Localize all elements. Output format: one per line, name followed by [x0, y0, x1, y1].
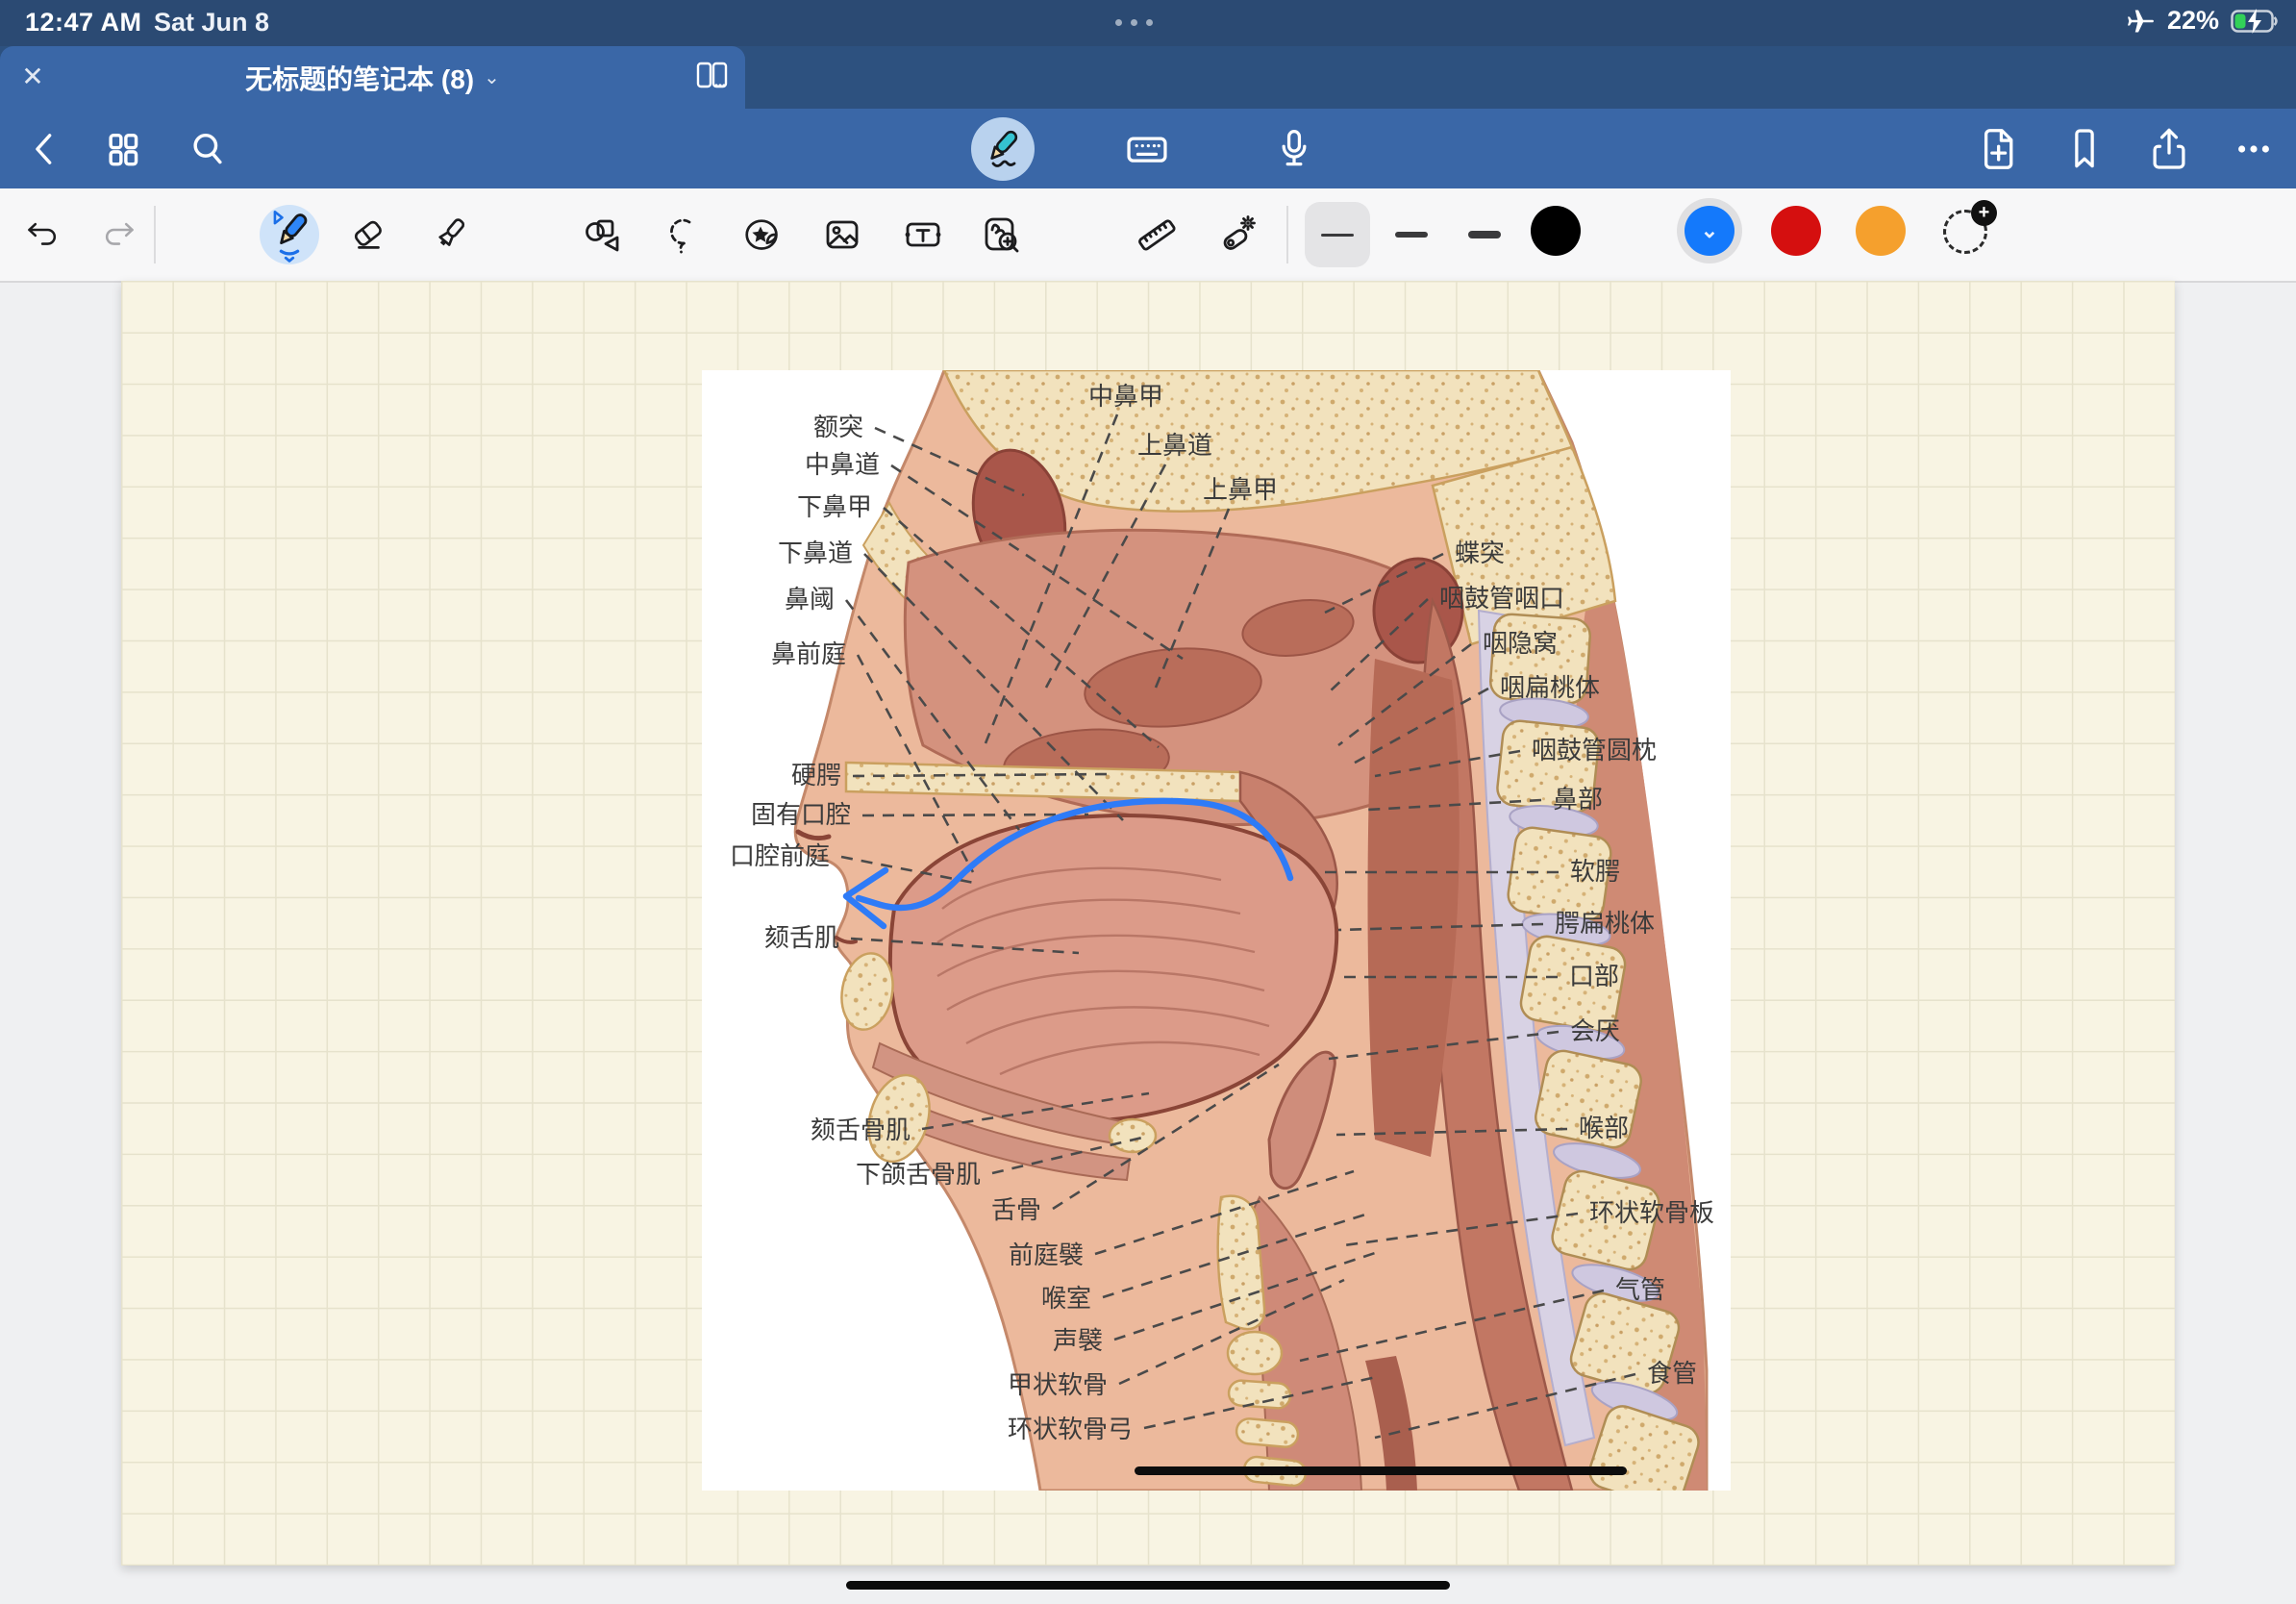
color-swatch-orange[interactable] [1856, 206, 1906, 256]
figure-label: 颏舌肌 [764, 924, 839, 953]
figure-label: 固有口腔 [751, 801, 851, 830]
figure-scale-bar [1135, 1466, 1627, 1475]
figure-label: 额突 [813, 414, 863, 442]
anatomy-image[interactable]: 额突中鼻道下鼻甲下鼻道鼻阈鼻前庭硬腭固有口腔口腔前庭颏舌肌颏舌骨肌下颌舌骨肌舌骨… [702, 370, 1731, 1491]
share-icon[interactable] [2142, 109, 2196, 188]
highlighter-tool-button[interactable] [429, 213, 471, 256]
figure-label: 腭扁桃体 [1555, 910, 1655, 939]
airplane-mode-icon [2127, 7, 2156, 36]
figure-label: 环状软骨弓 [1008, 1416, 1133, 1444]
text-tool-button[interactable] [902, 213, 944, 256]
figure-label: 硬腭 [791, 762, 841, 790]
selected-color-chevron-icon: ⌄ [1701, 218, 1718, 243]
search-icon[interactable] [181, 109, 235, 188]
tab-title[interactable]: 无标题的笔记本 (8) [245, 59, 474, 97]
toolbar-divider [1286, 206, 1288, 263]
add-page-icon[interactable] [1971, 109, 2025, 188]
battery-percent: 22% [2167, 6, 2219, 36]
figure-label: 声襞 [1053, 1327, 1103, 1356]
eraser-tool-button[interactable] [347, 213, 389, 256]
pen-tool-button[interactable] [260, 205, 319, 264]
figure-label: 鼻阈 [785, 586, 835, 614]
multitask-dots-icon [1115, 19, 1153, 26]
figure-label: 咽鼓管咽口 [1439, 585, 1564, 614]
figure-label: 下颌舌骨肌 [856, 1161, 981, 1190]
figure-label: 环状软骨板 [1589, 1199, 1714, 1228]
figure-label: 下鼻甲 [797, 493, 872, 522]
toolbar-divider [154, 206, 156, 263]
figure-label: 气管 [1615, 1276, 1665, 1305]
color-swatch-red[interactable] [1771, 206, 1821, 256]
figure-label: 喉部 [1579, 1115, 1629, 1143]
back-icon[interactable] [17, 109, 71, 188]
bookmark-icon[interactable] [2058, 109, 2111, 188]
figure-label: 鼻前庭 [771, 640, 846, 669]
status-time: 12:47 AM [25, 8, 142, 38]
figure-label: 舌骨 [991, 1196, 1041, 1225]
ruler-tool-button[interactable] [1136, 213, 1178, 256]
figure-label: 咽扁桃体 [1500, 674, 1600, 703]
app-screen: 12:47 AM Sat Jun 8 22% ✕ 无标题的笔记本 (8) ⌄ [0, 0, 2296, 1604]
pen-mode-icon[interactable] [971, 117, 1035, 181]
figure-label: 中鼻甲 [1088, 383, 1163, 412]
figure-label: 甲状软骨 [1008, 1371, 1108, 1400]
tab-overview-icon[interactable] [691, 58, 734, 96]
image-tool-button[interactable] [821, 213, 863, 256]
figure-label: 前庭襞 [1009, 1241, 1084, 1270]
redo-button[interactable] [97, 213, 139, 256]
status-date: Sat Jun 8 [154, 8, 269, 38]
toolbar: ⌄ + [0, 188, 2296, 283]
microphone-icon[interactable] [1267, 109, 1321, 188]
thickness-thick-button[interactable] [1463, 213, 1506, 256]
sticker-tool-button[interactable] [740, 213, 783, 256]
tab-bar: ✕ 无标题的笔记本 (8) ⌄ [0, 46, 2296, 109]
home-indicator[interactable] [846, 1581, 1450, 1590]
figure-label: 上鼻道 [1137, 432, 1212, 461]
keyboard-icon[interactable] [1120, 109, 1174, 188]
figure-label: 颏舌骨肌 [811, 1116, 911, 1145]
thickness-thin-button[interactable] [1305, 202, 1370, 267]
nav-bar [0, 109, 2296, 188]
lasso-tool-button[interactable] [661, 213, 704, 256]
laser-pointer-tool-button[interactable] [1216, 213, 1259, 256]
figure-label: 食管 [1647, 1360, 1697, 1389]
tab-title-chevron-icon[interactable]: ⌄ [484, 65, 500, 89]
undo-button[interactable] [22, 213, 64, 256]
more-ellipsis-icon[interactable] [2227, 109, 2281, 188]
thickness-medium-button[interactable] [1390, 213, 1433, 256]
color-swatch-black[interactable] [1531, 206, 1581, 256]
color-swatch-blue-selected[interactable]: ⌄ [1677, 198, 1742, 263]
figure-label: 蝶突 [1455, 539, 1505, 568]
figure-label: 上鼻甲 [1203, 476, 1278, 505]
shapes-tool-button[interactable] [582, 213, 624, 256]
figure-label: 口腔前庭 [730, 842, 830, 871]
figure-label: 中鼻道 [805, 451, 880, 480]
figure-label: 喉室 [1041, 1285, 1091, 1314]
elements-zoom-tool-button[interactable] [980, 213, 1022, 256]
figure-label: 会厌 [1570, 1017, 1620, 1046]
battery-charging-icon [2231, 7, 2281, 36]
figure-label: 咽鼓管圆枕 [1532, 737, 1657, 765]
add-color-plus-badge[interactable]: + [1971, 200, 1997, 226]
figure-label: 下鼻道 [778, 539, 853, 568]
figure-label: 鼻部 [1553, 786, 1603, 815]
notebook-tab[interactable]: ✕ 无标题的笔记本 (8) ⌄ [0, 46, 745, 109]
figure-label: 软腭 [1570, 858, 1620, 887]
thumbnails-grid-icon[interactable] [96, 109, 150, 188]
figure-label: 咽隐窝 [1483, 630, 1558, 659]
figure-label: 口部 [1569, 963, 1619, 991]
status-bar: 12:47 AM Sat Jun 8 22% [0, 0, 2296, 46]
